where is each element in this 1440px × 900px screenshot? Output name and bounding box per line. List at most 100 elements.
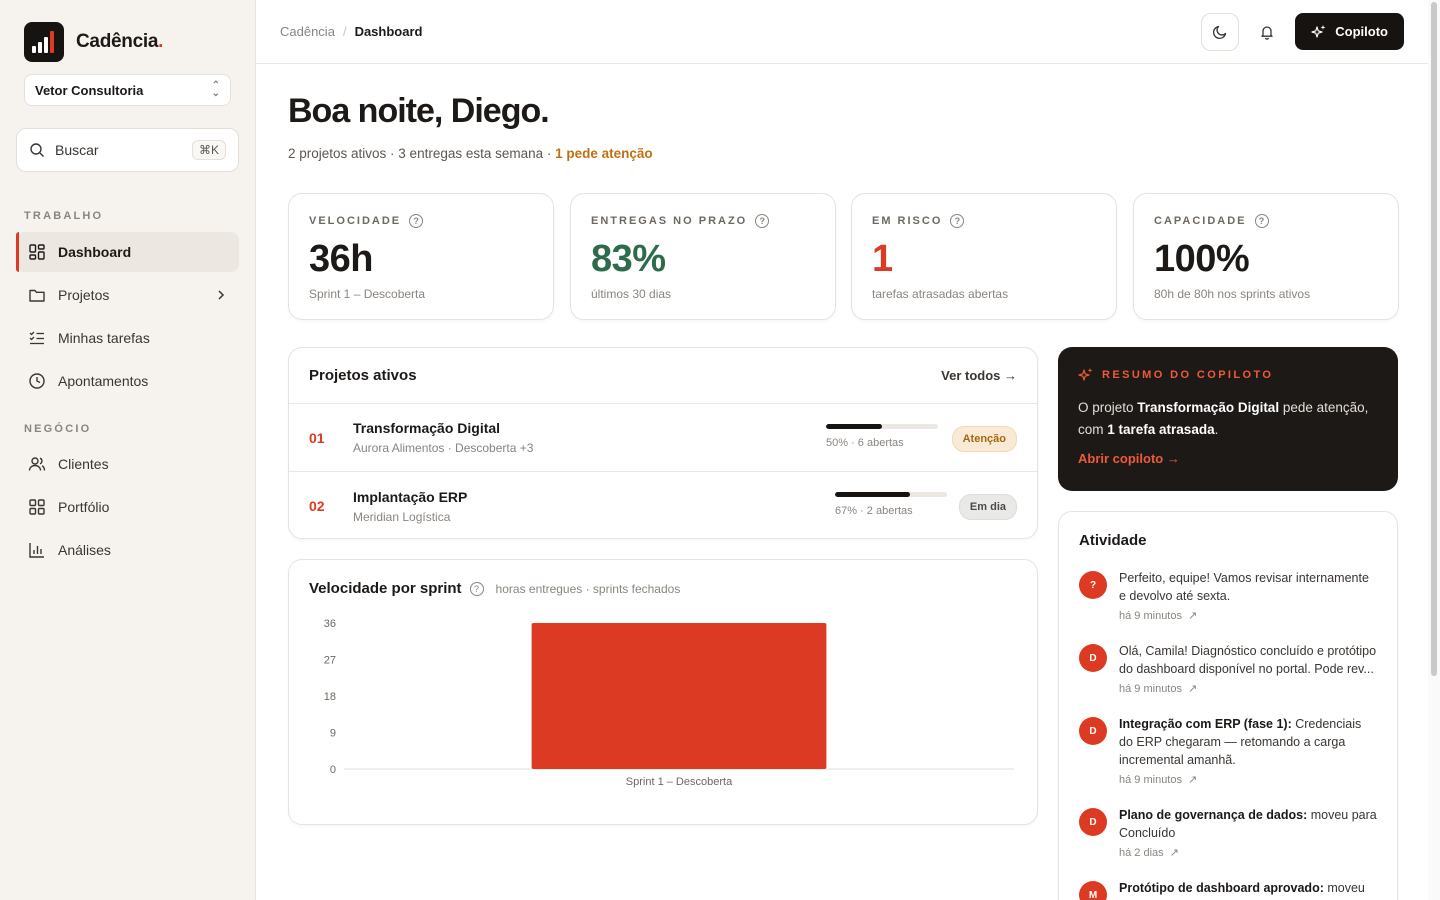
external-link-icon[interactable]: ↗ bbox=[1167, 847, 1179, 859]
sidebar-item-clientes[interactable]: Clientes bbox=[16, 444, 239, 484]
stat-caption: tarefas atrasadas abertas bbox=[872, 287, 1009, 301]
avatar: M bbox=[1079, 881, 1107, 900]
activity-text: Integração com ERP (fase 1): Credenciais… bbox=[1119, 715, 1377, 769]
external-link-icon[interactable]: ↗ bbox=[1185, 610, 1197, 622]
copilot-project-name: Transformação Digital bbox=[1137, 400, 1280, 415]
copilot-button[interactable]: Copiloto bbox=[1295, 13, 1404, 50]
velocity-card: Velocidade por sprint ? horas entregues … bbox=[288, 559, 1038, 825]
open-copilot-link[interactable]: Abrir copiloto → bbox=[1078, 451, 1378, 466]
activity-subject: Integração com ERP (fase 1): bbox=[1119, 717, 1292, 731]
sidebar: Cadência. Vetor Consultoria ⌃ ⌄ Buscar ⌘K… bbox=[0, 0, 256, 900]
stat-caption: Sprint 1 – Descoberta bbox=[309, 287, 426, 301]
progress-track bbox=[826, 424, 938, 429]
breadcrumb-current: Dashboard bbox=[354, 24, 423, 39]
progress-fill bbox=[835, 492, 911, 497]
activity-time: há 2 dias ↗ bbox=[1119, 846, 1377, 859]
project-row[interactable]: 01 Transformação Digital Aurora Alimento… bbox=[289, 404, 1037, 472]
sparkles-icon bbox=[1311, 24, 1326, 38]
stat-value: 100% bbox=[1154, 238, 1250, 280]
progress-track bbox=[835, 492, 947, 497]
sidebar-item-analises[interactable]: Análises bbox=[16, 530, 239, 570]
activity-message: Olá, Camila! Diagnóstico concluído e pro… bbox=[1119, 644, 1377, 676]
velocity-chart: 0 9 18 27 36 Sprint 1 – Descoberta bbox=[324, 618, 1014, 788]
copilot-text-part: O projeto bbox=[1078, 400, 1138, 415]
search-shortcut: ⌘K bbox=[191, 140, 226, 160]
help-icon[interactable]: ? bbox=[469, 581, 484, 596]
sidebar-item-projetos[interactable]: Projetos bbox=[16, 275, 239, 315]
notifications-button[interactable] bbox=[1253, 13, 1281, 51]
y-tick-label: 36 bbox=[324, 618, 336, 630]
help-icon[interactable]: ? bbox=[950, 214, 965, 228]
stat-label: EM RISCO bbox=[872, 215, 943, 227]
activity-timestamp: há 9 minutos bbox=[1119, 774, 1182, 786]
grid-icon bbox=[29, 499, 45, 515]
sidebar-item-label: Análises bbox=[58, 542, 111, 558]
activity-timestamp: há 9 minutos bbox=[1119, 610, 1182, 622]
bell-icon bbox=[1261, 25, 1273, 40]
help-icon[interactable]: ? bbox=[1254, 214, 1269, 228]
sidebar-item-label: Dashboard bbox=[58, 244, 132, 260]
status-badge: Atenção bbox=[951, 426, 1017, 452]
copilot-text-part: . bbox=[1214, 422, 1219, 437]
y-tick-label: 18 bbox=[324, 691, 336, 703]
copilot-summary-label: RESUMO DO COPILOTO bbox=[1078, 367, 1378, 383]
activity-subject: Plano de governança de dados: bbox=[1119, 808, 1308, 822]
activity-time: há 9 minutos ↗ bbox=[1119, 609, 1377, 622]
copilot-summary-text: O projeto Transformação Digital pede ate… bbox=[1078, 397, 1378, 441]
activity-item[interactable]: D Plano de governança de dados: moveu pa… bbox=[1079, 806, 1377, 859]
card-title: Projetos ativos bbox=[309, 367, 417, 384]
stat-card-entregas: ENTREGAS NO PRAZO? 83% últimos 30 dias bbox=[570, 193, 836, 320]
stat-card-em-risco: EM RISCO? 1 tarefas atrasadas abertas bbox=[851, 193, 1117, 320]
scrollbar-thumb[interactable] bbox=[1431, 2, 1437, 676]
folder-icon bbox=[29, 289, 45, 302]
breadcrumb-root[interactable]: Cadência bbox=[280, 24, 335, 39]
org-selector[interactable]: Vetor Consultoria ⌃ ⌄ bbox=[24, 74, 231, 106]
breadcrumb: Cadência / Dashboard bbox=[280, 24, 422, 39]
project-subtitle: Aurora Alimentos · Descoberta +3 bbox=[353, 441, 534, 455]
avatar: ? bbox=[1079, 571, 1107, 599]
stat-value: 1 bbox=[872, 238, 893, 280]
x-tick-label: Sprint 1 – Descoberta bbox=[626, 776, 733, 788]
activity-item[interactable]: M Protótipo de dashboard aprovado: moveu bbox=[1079, 879, 1377, 900]
help-icon[interactable]: ? bbox=[409, 214, 424, 228]
sidebar-item-label: Apontamentos bbox=[58, 373, 149, 389]
theme-toggle-button[interactable] bbox=[1201, 12, 1240, 51]
activity-text: Protótipo de dashboard aprovado: moveu bbox=[1119, 879, 1377, 897]
project-row[interactable]: 02 Implantação ERP Meridian Logística 67… bbox=[289, 472, 1037, 540]
activity-item[interactable]: D Integração com ERP (fase 1): Credencia… bbox=[1079, 715, 1377, 786]
search-button[interactable]: Buscar ⌘K bbox=[16, 128, 239, 172]
see-all-link[interactable]: Ver todos → bbox=[941, 368, 1017, 383]
stat-value: 36h bbox=[309, 238, 373, 280]
card-title: Velocidade por sprint bbox=[309, 580, 462, 597]
sidebar-item-apontamentos[interactable]: Apontamentos bbox=[16, 361, 239, 401]
grid-icon bbox=[29, 244, 45, 260]
activity-item[interactable]: ? Perfeito, equipe! Vamos revisar intern… bbox=[1079, 569, 1377, 622]
velocity-header: Velocidade por sprint ? horas entregues … bbox=[309, 580, 1017, 597]
activity-timestamp: há 2 dias bbox=[1119, 847, 1164, 859]
brand[interactable]: Cadência. bbox=[24, 22, 163, 62]
search-label: Buscar bbox=[55, 142, 99, 158]
stat-label: ENTREGAS NO PRAZO bbox=[591, 215, 748, 227]
projects-header: Projetos ativos Ver todos → bbox=[289, 348, 1037, 404]
sidebar-item-label: Projetos bbox=[58, 287, 110, 303]
velocity-note: horas entregues · sprints fechados bbox=[495, 581, 681, 596]
activity-time: há 9 minutos ↗ bbox=[1119, 773, 1377, 786]
project-progress: 67% · 2 abertas bbox=[835, 492, 947, 517]
attention-link[interactable]: 1 pede atenção bbox=[555, 146, 653, 161]
sidebar-item-dashboard[interactable]: Dashboard bbox=[16, 232, 239, 272]
help-icon[interactable]: ? bbox=[755, 214, 770, 228]
sidebar-item-portfolio[interactable]: Portfólio bbox=[16, 487, 239, 527]
sidebar-item-minhas-tarefas[interactable]: Minhas tarefas bbox=[16, 318, 239, 358]
status-badge: Em dia bbox=[958, 494, 1017, 520]
activity-text: Plano de governança de dados: moveu para… bbox=[1119, 806, 1377, 842]
projects-card: Projetos ativos Ver todos → 01 Transform… bbox=[288, 347, 1038, 539]
sparkles-icon bbox=[1078, 368, 1093, 381]
copilot-overdue-count: 1 tarefa atrasada bbox=[1107, 422, 1215, 437]
chevron-updown-icon: ⌃ ⌄ bbox=[211, 80, 220, 99]
chart-bar[interactable] bbox=[531, 623, 827, 769]
avatar: D bbox=[1079, 808, 1107, 836]
scrollbar[interactable] bbox=[1428, 0, 1440, 900]
external-link-icon[interactable]: ↗ bbox=[1185, 774, 1197, 786]
activity-item[interactable]: D Olá, Camila! Diagnóstico concluído e p… bbox=[1079, 642, 1377, 695]
external-link-icon[interactable]: ↗ bbox=[1185, 683, 1197, 695]
